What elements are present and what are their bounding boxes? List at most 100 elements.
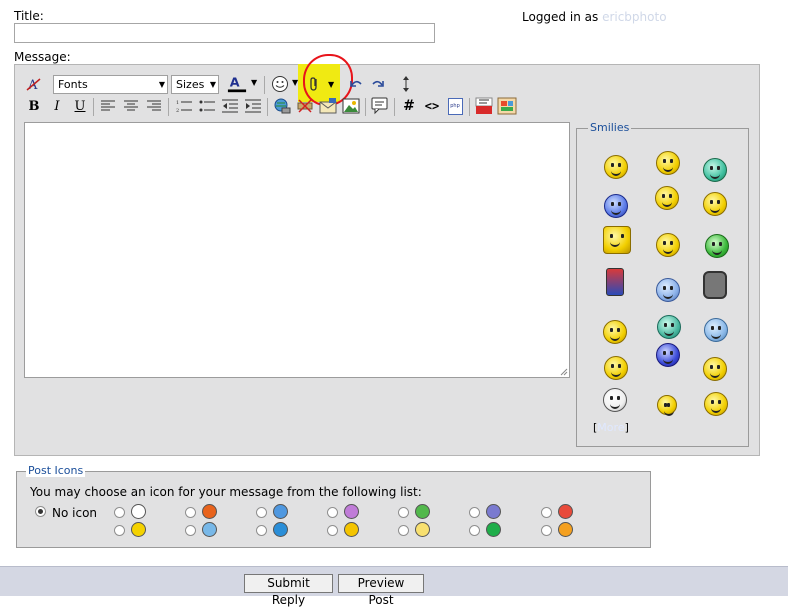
quote-icon[interactable]: [370, 96, 390, 116]
svg-text:A: A: [230, 75, 240, 90]
post-icon-icon: [344, 522, 359, 537]
post-icons-legend: Post Icons: [26, 464, 86, 477]
chevron-down-icon[interactable]: ▼: [328, 80, 334, 89]
media-embed-icon[interactable]: [497, 96, 517, 116]
unordered-list-icon[interactable]: [197, 96, 217, 116]
post-icon-radio[interactable]: [327, 507, 338, 518]
post-icon-radio[interactable]: [398, 525, 409, 536]
pepsi-can-icon[interactable]: [606, 268, 624, 296]
message-textarea[interactable]: [24, 122, 570, 378]
svg-text:2: 2: [176, 108, 179, 113]
smiley-arrows-icon[interactable]: [703, 158, 727, 182]
smiley-wings-icon[interactable]: [603, 320, 627, 344]
username-link[interactable]: ericbphoto: [602, 10, 666, 24]
smiley-shocked-icon[interactable]: [704, 392, 728, 416]
align-right-icon[interactable]: [144, 96, 164, 116]
more-smilies: [More]: [593, 421, 629, 434]
welder-mask-icon[interactable]: [703, 271, 727, 299]
insert-image-icon[interactable]: [341, 96, 361, 116]
post-icon-icon: [344, 504, 359, 519]
smiley-beer-icon[interactable]: [603, 226, 631, 254]
smiley-rasta-icon[interactable]: [604, 155, 628, 179]
logged-in-status: Logged in as ericbphoto: [522, 10, 667, 24]
underline-button[interactable]: U: [70, 96, 90, 116]
smiley-blue-monster-icon[interactable]: [656, 343, 680, 367]
smiley-green-grin-icon[interactable]: [705, 234, 729, 258]
post-icon-radio[interactable]: [256, 507, 267, 518]
post-icon-icon: [202, 522, 217, 537]
undo-icon[interactable]: [346, 74, 366, 94]
redo-icon[interactable]: [368, 74, 388, 94]
post-icon-radio[interactable]: [185, 525, 196, 536]
smiley-laugh-icon[interactable]: [655, 186, 679, 210]
align-left-icon[interactable]: [98, 96, 118, 116]
size-select[interactable]: Sizes ▼: [171, 75, 219, 94]
post-icon-radio[interactable]: [327, 525, 338, 536]
smiley-worried-icon[interactable]: [604, 356, 628, 380]
resize-grip-icon[interactable]: [559, 367, 568, 376]
indent-icon[interactable]: [243, 96, 263, 116]
title-label: Title:: [14, 9, 44, 23]
post-icon-radio[interactable]: [469, 525, 480, 536]
more-smilies-link[interactable]: More: [597, 421, 624, 434]
wrap-code-button[interactable]: <>: [422, 96, 442, 116]
svg-text:1: 1: [176, 100, 179, 106]
post-icon-icon: [558, 504, 573, 519]
post-icon-radio[interactable]: [541, 507, 552, 518]
preview-post-button[interactable]: Preview Post: [338, 574, 424, 607]
smiley-blue-cry-icon[interactable]: [604, 194, 628, 218]
post-icon-icon: [415, 522, 430, 537]
title-input[interactable]: [14, 23, 435, 43]
post-icon-radio[interactable]: [114, 525, 125, 536]
post-icons-instruction: You may choose an icon for your message …: [30, 485, 422, 499]
chevron-down-icon[interactable]: ▼: [292, 78, 298, 87]
post-icon-radio[interactable]: [185, 507, 196, 518]
smiley-sunglasses-icon[interactable]: [657, 395, 677, 416]
remove-format-icon[interactable]: A: [24, 74, 44, 94]
font-select[interactable]: Fonts ▼: [53, 75, 168, 94]
smiley-thumbs-up-icon[interactable]: [656, 278, 680, 302]
smiley-idea-icon[interactable]: [704, 318, 728, 342]
chevron-down-icon: ▼: [209, 80, 216, 89]
align-center-icon[interactable]: [121, 96, 141, 116]
post-icon-icon: [486, 504, 501, 519]
post-icon-radio[interactable]: [469, 507, 480, 518]
resize-editor-icon[interactable]: [396, 74, 416, 94]
message-label: Message:: [14, 50, 71, 64]
smiley-question-icon[interactable]: [657, 315, 681, 339]
smiley-sparkle-icon[interactable]: [703, 357, 727, 381]
smiley-thought-bubble-icon[interactable]: [603, 388, 627, 412]
post-icon-radio[interactable]: [398, 507, 409, 518]
remove-link-icon[interactable]: [295, 96, 315, 116]
youtube-icon[interactable]: [474, 96, 494, 116]
post-icon-icon: [486, 522, 501, 537]
smiley-insert-icon[interactable]: [270, 74, 290, 94]
post-icon-radio[interactable]: [541, 525, 552, 536]
chevron-down-icon: ▼: [158, 80, 165, 89]
smiley-wave-icon[interactable]: [703, 192, 727, 216]
insert-email-icon[interactable]: [318, 96, 338, 116]
post-icon-radio[interactable]: [114, 507, 125, 518]
outdent-icon[interactable]: [220, 96, 240, 116]
chevron-down-icon[interactable]: ▼: [251, 78, 257, 87]
submit-reply-button[interactable]: Submit Reply: [244, 574, 333, 607]
no-icon-radio[interactable]: [35, 506, 46, 517]
smilies-legend: Smilies: [588, 121, 632, 134]
post-icon-icon: [202, 504, 217, 519]
smiley-popcorn-icon[interactable]: [656, 151, 680, 175]
smiley-football-icon[interactable]: [656, 233, 680, 257]
text-color-icon[interactable]: A: [227, 74, 247, 94]
attachment-icon[interactable]: [304, 74, 324, 94]
bold-button[interactable]: B: [24, 96, 44, 116]
logged-in-text: Logged in as: [522, 10, 599, 24]
post-icon-icon: [273, 504, 288, 519]
wrap-php-button[interactable]: php: [445, 96, 465, 116]
post-icon-icon: [131, 522, 146, 537]
php-icon: php: [447, 97, 463, 115]
insert-link-icon[interactable]: [272, 96, 292, 116]
post-icon-radio[interactable]: [256, 525, 267, 536]
post-icon-icon: [558, 522, 573, 537]
italic-button[interactable]: I: [47, 96, 67, 116]
wrap-hash-button[interactable]: #: [399, 96, 419, 116]
ordered-list-icon[interactable]: 12: [174, 96, 194, 116]
